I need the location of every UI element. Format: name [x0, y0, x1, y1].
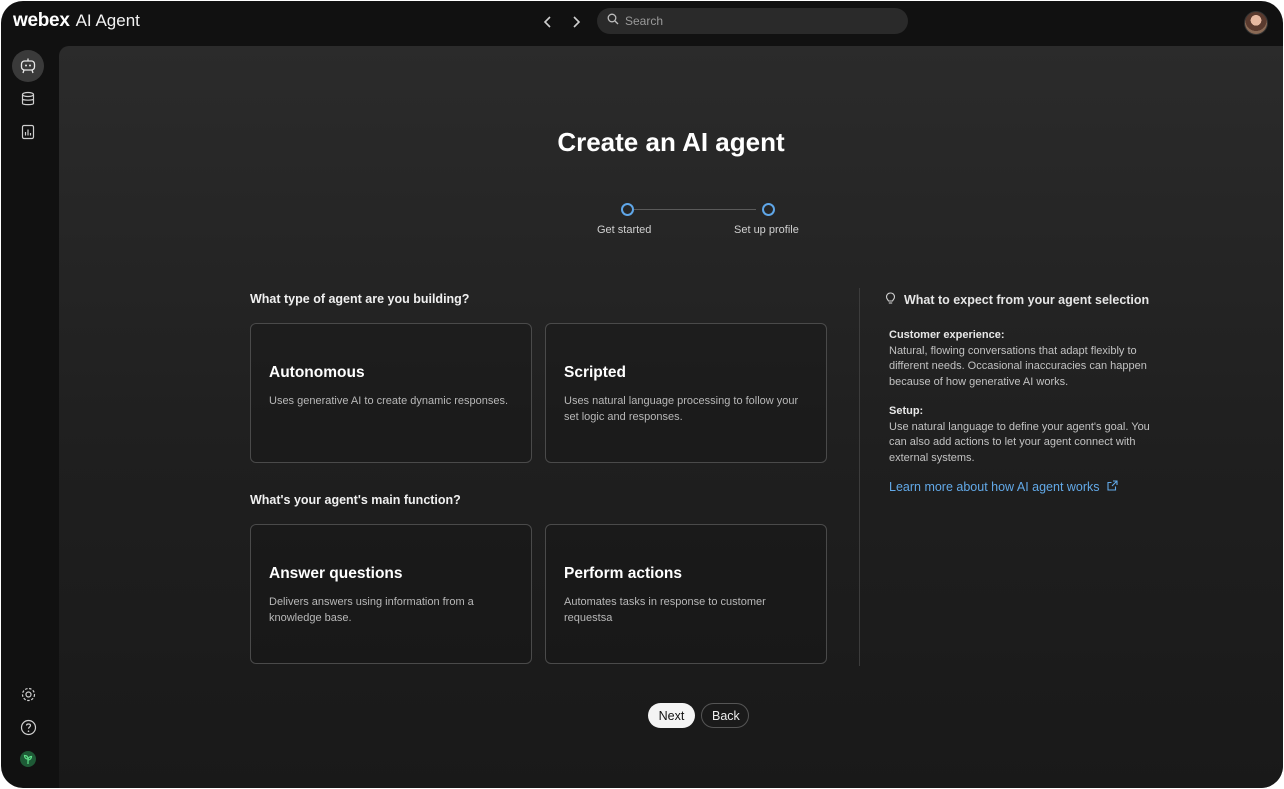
step-label-get-started: Get started	[597, 224, 652, 236]
gear-icon[interactable]	[12, 678, 44, 710]
brand: webex AI Agent	[13, 10, 140, 32]
card-description: Uses natural language processing to foll…	[564, 395, 799, 423]
search-icon	[607, 12, 619, 30]
left-rail	[1, 43, 57, 788]
agent-type-question: What type of agent are you building?	[250, 292, 470, 306]
forward-arrow-icon[interactable]	[566, 12, 586, 32]
learn-more-link-text: Learn more about how AI agent works	[889, 480, 1100, 494]
back-button[interactable]: Back	[701, 703, 749, 728]
info-block-label: Customer experience:	[889, 329, 1005, 341]
learn-more-link[interactable]: Learn more about how AI agent works	[889, 480, 1165, 494]
option-card-scripted[interactable]: Scripted Uses natural language processin…	[545, 323, 827, 463]
top-bar: webex AI Agent	[1, 1, 1283, 43]
step-label-set-up-profile: Set up profile	[734, 224, 799, 236]
info-block-setup: Setup: Use natural language to define yo…	[889, 404, 1165, 466]
back-arrow-icon[interactable]	[538, 12, 558, 32]
step-indicator-1	[621, 203, 634, 216]
page-title: Create an AI agent	[557, 127, 785, 157]
report-icon[interactable]	[12, 116, 44, 148]
card-title: Answer questions	[269, 565, 403, 582]
main-panel: Create an AI agent Get started Set up pr…	[59, 46, 1283, 788]
info-block-customer-experience: Customer experience: Natural, flowing co…	[889, 328, 1165, 390]
info-heading: What to expect from your agent selection	[885, 292, 1165, 308]
ai-agent-icon[interactable]	[12, 50, 44, 82]
database-icon[interactable]	[12, 83, 44, 115]
option-card-perform-actions[interactable]: Perform actions Automates tasks in respo…	[545, 524, 827, 664]
info-block-text: Natural, flowing conversations that adap…	[889, 344, 1147, 388]
info-block-label: Setup:	[889, 405, 924, 417]
next-button[interactable]: Next	[648, 703, 695, 728]
option-card-autonomous[interactable]: Autonomous Uses generative AI to create …	[250, 323, 532, 463]
card-title: Scripted	[564, 364, 627, 381]
agent-function-question: What's your agent's main function?	[250, 493, 461, 507]
info-block-text: Use natural language to define your agen…	[889, 420, 1150, 464]
card-title: Autonomous	[269, 364, 365, 381]
avatar[interactable]	[1244, 11, 1268, 35]
help-icon[interactable]	[12, 711, 44, 743]
step-indicator-2	[762, 203, 775, 216]
stepper-connector	[634, 209, 756, 210]
external-link-icon	[1106, 480, 1118, 494]
info-panel: What to expect from your agent selection…	[885, 292, 1165, 494]
vertical-divider	[859, 288, 860, 666]
info-heading-text: What to expect from your agent selection	[904, 293, 1150, 307]
plant-icon[interactable]	[12, 743, 44, 775]
option-card-answer-questions[interactable]: Answer questions Delivers answers using …	[250, 524, 532, 664]
lightbulb-icon	[885, 292, 896, 308]
product-name: AI Agent	[75, 11, 140, 30]
webex-logo: webex	[13, 10, 70, 31]
card-title: Perform actions	[564, 565, 683, 582]
card-description: Uses generative AI to create dynamic res…	[269, 395, 509, 407]
stepper: Get started Set up profile	[589, 202, 809, 242]
app-window: webex AI Agent Search Create an AI agent…	[1, 1, 1283, 788]
search-input[interactable]	[625, 14, 885, 28]
card-description: Automates tasks in response to customer …	[564, 596, 766, 624]
search-bar[interactable]	[597, 8, 908, 34]
card-description: Delivers answers using information from …	[269, 596, 474, 624]
